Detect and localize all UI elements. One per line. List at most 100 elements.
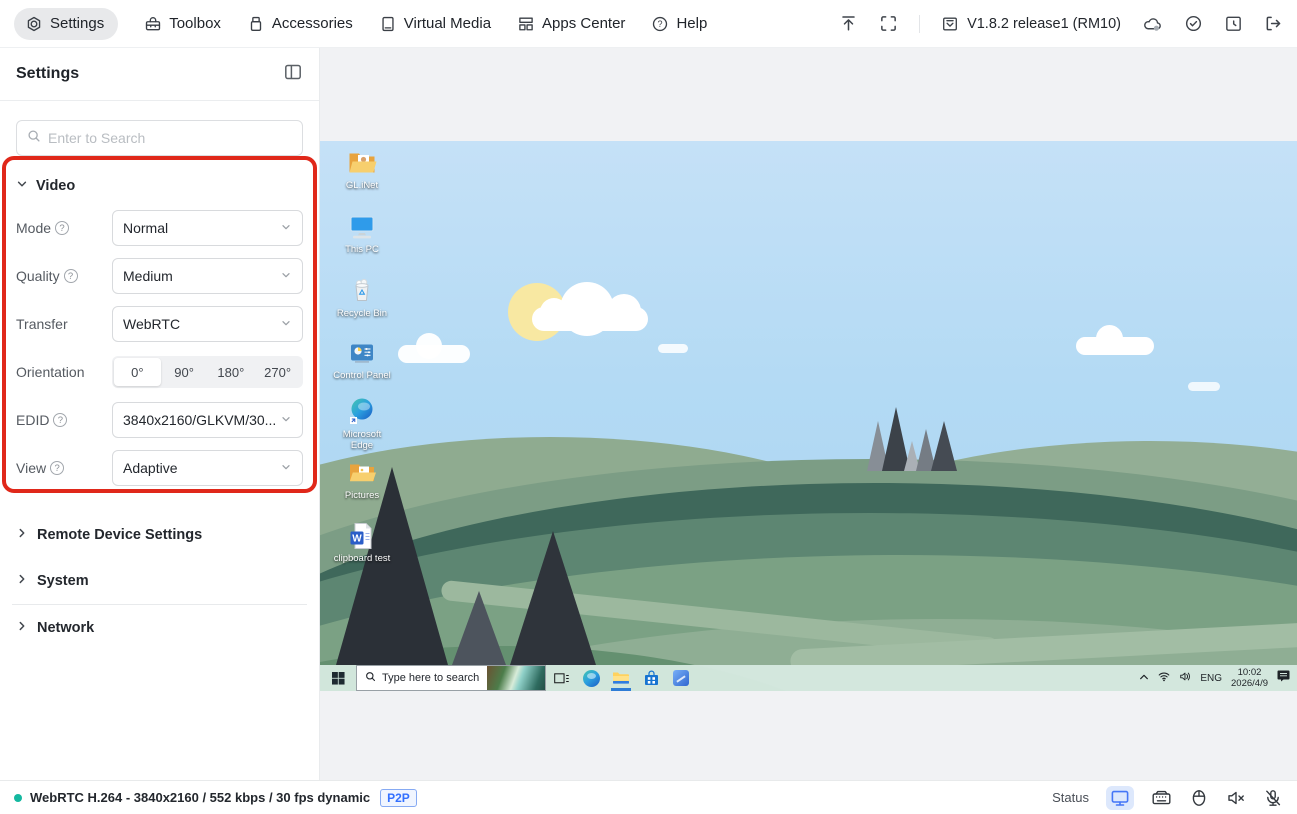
sidebar-header: Settings <box>0 48 319 101</box>
taskbar-file-explorer-button[interactable] <box>606 665 636 691</box>
video-section-header[interactable]: Video <box>16 178 303 194</box>
chevron-down-icon <box>280 316 292 332</box>
desktop-icon-label: clipboard test <box>333 553 391 564</box>
sidebar-item-system[interactable]: System <box>0 558 319 604</box>
tray-volume-icon[interactable] <box>1179 669 1191 687</box>
edid-help-icon[interactable]: ? <box>53 413 68 427</box>
mode-label-wrap: Mode ? <box>16 220 112 236</box>
notification-center-icon[interactable] <box>1277 669 1290 687</box>
orientation-option-270[interactable]: 270° <box>254 358 301 386</box>
desktop-icon-label: Microsoft Edge <box>342 429 382 452</box>
help-icon: ? <box>651 15 669 33</box>
transfer-row: Transfer WebRTC <box>16 306 303 342</box>
app-window: Settings Toolbox Accessories Virtual Med… <box>0 0 1297 814</box>
app-icon <box>673 670 689 686</box>
security-check-icon[interactable] <box>1184 14 1203 33</box>
status-controls: Status <box>1052 785 1283 810</box>
quality-select[interactable]: Medium <box>112 258 303 294</box>
desktop-icon-control-panel[interactable]: Control Panel <box>330 338 394 381</box>
wallpaper-cloud <box>658 344 688 353</box>
nav-item-label: Help <box>676 15 708 32</box>
desktop-icon-clipboard-test[interactable]: W clipboard test <box>330 521 394 564</box>
microphone-muted-icon[interactable] <box>1263 788 1283 808</box>
sidebar-item-remote-device-settings[interactable]: Remote Device Settings <box>0 512 319 558</box>
orientation-option-90[interactable]: 90° <box>161 358 208 386</box>
desktop-icon-pictures[interactable]: Pictures <box>330 458 394 501</box>
firmware-version[interactable]: V1.8.2 release1 (RM10) <box>941 15 1121 33</box>
task-view-button[interactable] <box>546 665 576 691</box>
search-input[interactable] <box>48 130 292 146</box>
view-select[interactable]: Adaptive <box>112 450 303 486</box>
edid-value: 3840x2160/GLKVM/30... <box>123 412 277 428</box>
control-panel-icon <box>351 344 373 363</box>
collapse-panel-icon[interactable] <box>283 62 303 87</box>
speaker-muted-icon[interactable] <box>1226 788 1246 808</box>
start-button[interactable] <box>320 665 356 691</box>
tray-language[interactable]: ENG <box>1200 673 1222 684</box>
quality-label-wrap: Quality ? <box>16 268 112 284</box>
wallpaper-cloud <box>540 298 568 326</box>
taskbar-store-button[interactable] <box>636 665 666 691</box>
bottom-status-bar: WebRTC H.264 - 3840x2160 / 552 kbps / 30… <box>0 780 1297 814</box>
nav-item-virtual-media[interactable]: Virtual Media <box>379 15 491 33</box>
nav-item-help[interactable]: ? Help <box>651 15 707 33</box>
wifi-icon[interactable] <box>1158 669 1170 687</box>
edge-icon <box>350 398 373 424</box>
nav-item-apps-center[interactable]: Apps Center <box>517 15 625 33</box>
keyboard-status-icon[interactable] <box>1151 788 1172 808</box>
tray-chevron-up-icon[interactable] <box>1139 669 1149 687</box>
wallpaper-tree <box>452 591 506 665</box>
quality-help-icon[interactable]: ? <box>63 269 78 283</box>
stream-info: WebRTC H.264 - 3840x2160 / 552 kbps / 30… <box>30 790 371 805</box>
mouse-status-icon[interactable] <box>1189 788 1209 808</box>
view-help-icon[interactable]: ? <box>50 461 65 475</box>
tray-clock[interactable]: 10:02 2026/4/9 <box>1231 667 1268 690</box>
this-pc-icon <box>350 216 374 239</box>
desktop-icon-label: GL.iNet <box>345 180 379 191</box>
store-icon <box>644 670 658 685</box>
session-history-icon[interactable] <box>1224 14 1243 33</box>
taskbar-edge-button[interactable] <box>576 665 606 691</box>
desktop-icon-microsoft-edge[interactable]: Microsoft Edge <box>330 397 394 451</box>
mode-select[interactable]: Normal <box>112 210 303 246</box>
sidebar-item-network[interactable]: Network <box>0 605 319 651</box>
desktop-icon-recycle-bin[interactable]: Recycle Bin <box>330 276 394 319</box>
fullscreen-icon[interactable] <box>879 14 898 33</box>
quality-row: Quality ? Medium <box>16 258 303 294</box>
logout-icon[interactable] <box>1264 14 1283 33</box>
section-label: System <box>37 573 89 589</box>
mode-help-icon[interactable]: ? <box>55 221 70 235</box>
tray-time: 10:02 <box>1237 666 1262 678</box>
wallpaper-tree <box>931 421 957 471</box>
system-tray: ENG 10:02 2026/4/9 <box>1139 667 1297 690</box>
nav-item-toolbox[interactable]: Toolbox <box>144 15 221 33</box>
edid-select[interactable]: 3840x2160/GLKVM/30... <box>112 402 303 438</box>
display-status-icon[interactable] <box>1106 785 1134 810</box>
desktop-icon-this-pc[interactable]: This PC <box>330 212 394 255</box>
nav-item-accessories[interactable]: Accessories <box>247 15 353 33</box>
taskbar-app-button[interactable] <box>666 665 696 691</box>
status-label: Status <box>1052 790 1089 805</box>
user-folder-icon <box>349 153 377 173</box>
upload-icon[interactable] <box>839 14 858 33</box>
orientation-option-180[interactable]: 180° <box>208 358 255 386</box>
version-label: V1.8.2 release1 (RM10) <box>967 15 1121 32</box>
cloud-status-icon[interactable] <box>1142 14 1163 33</box>
wallpaper-cloud <box>560 282 614 336</box>
orientation-option-0[interactable]: 0° <box>114 358 161 386</box>
taskbar-search-box[interactable]: Type here to search <box>356 665 546 691</box>
virtual-media-icon <box>379 15 397 33</box>
sidebar-search[interactable] <box>16 120 303 156</box>
orientation-segmented-control: 0° 90° 180° 270° <box>112 356 303 388</box>
desktop-icon-glinet[interactable]: GL.iNet <box>330 148 394 191</box>
wallpaper-cloud <box>1096 325 1123 352</box>
remote-desktop-view[interactable]: GL.iNet This PC Recycle Bin Control Pane… <box>320 141 1297 691</box>
edid-label-wrap: EDID ? <box>16 412 112 428</box>
nav-item-settings[interactable]: Settings <box>14 7 119 40</box>
navbar-divider <box>919 14 921 33</box>
transfer-select[interactable]: WebRTC <box>112 306 303 342</box>
p2p-badge: P2P <box>380 788 417 807</box>
edge-icon <box>582 669 600 687</box>
top-navbar: Settings Toolbox Accessories Virtual Med… <box>0 0 1297 48</box>
desktop-icon-label: Recycle Bin <box>336 308 388 319</box>
